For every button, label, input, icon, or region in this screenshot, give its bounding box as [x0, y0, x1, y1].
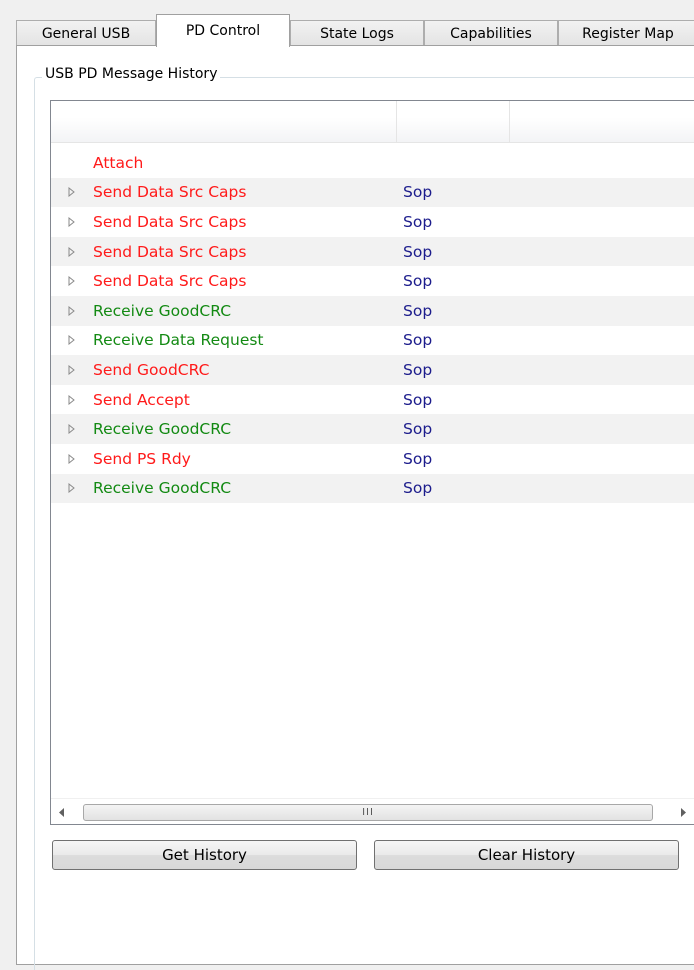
table-row[interactable]: Receive GoodCRC Sop — [51, 473, 694, 504]
tab-label: Capabilities — [450, 25, 532, 42]
tab-label: Register Map — [582, 25, 674, 42]
sop-type: Sop — [403, 242, 433, 261]
sop-type: Sop — [403, 272, 433, 291]
message-text: Receive GoodCRC — [93, 301, 232, 320]
tab-label: PD Control — [185, 23, 261, 39]
expand-arrow-icon[interactable] — [65, 275, 77, 287]
expand-arrow-icon[interactable] — [65, 216, 77, 228]
tab-state-logs[interactable]: State Logs — [290, 20, 424, 46]
table-row[interactable]: Send Data Src Caps Sop — [51, 236, 694, 267]
table-row[interactable]: Send Data Src Caps Sop — [51, 266, 694, 296]
message-text: Send Data Src Caps — [93, 272, 247, 291]
message-text: Send Data Src Caps — [93, 183, 247, 202]
table-row[interactable]: Send PS Rdy Sop — [51, 444, 694, 474]
table-row[interactable]: Receive GoodCRC Sop — [51, 414, 694, 444]
clear-history-button[interactable]: Clear History — [374, 840, 679, 870]
message-text: Receive GoodCRC — [93, 479, 232, 498]
expand-arrow-icon[interactable] — [65, 246, 77, 258]
message-text: Receive GoodCRC — [93, 420, 232, 439]
tab-label: State Logs — [320, 25, 394, 42]
expand-arrow-icon[interactable] — [65, 364, 77, 376]
horizontal-scrollbar[interactable]: III — [51, 798, 694, 824]
tab-pd-control[interactable]: PD Control — [156, 14, 290, 47]
message-history-list[interactable]: Attach Send Data Src Caps Sop Send Data Src… — [50, 100, 694, 825]
expand-arrow-icon[interactable] — [65, 423, 77, 435]
message-text: Send Data Src Caps — [93, 212, 247, 231]
expand-arrow-icon[interactable] — [65, 453, 77, 465]
tab-register-map[interactable]: Register Map — [558, 20, 694, 46]
sop-type: Sop — [403, 420, 433, 439]
scroll-grip: III — [362, 807, 374, 818]
scroll-thumb[interactable]: III — [83, 804, 653, 821]
list-header — [51, 101, 694, 143]
sop-type: Sop — [403, 449, 433, 468]
table-row[interactable]: Receive Data Request Sop — [51, 326, 694, 356]
get-history-label: Get History — [162, 846, 247, 864]
clear-history-label: Clear History — [477, 846, 576, 864]
expand-arrow-icon[interactable] — [65, 305, 77, 317]
sop-type: Sop — [403, 183, 433, 202]
tab-label: General USB — [41, 25, 131, 42]
sop-type: Sop — [403, 390, 433, 409]
message-text: Send Data Src Caps — [93, 242, 247, 261]
message-text: Send PS Rdy — [93, 449, 191, 468]
get-history-button[interactable]: Get History — [52, 840, 357, 870]
expand-arrow-icon[interactable] — [65, 482, 77, 494]
tab-capabilities[interactable]: Capabilities — [424, 20, 558, 46]
group-title: USB PD Message History — [42, 66, 221, 82]
table-row[interactable]: Send Accept Sop — [51, 385, 694, 415]
tab-general-usb[interactable]: General USB — [16, 20, 156, 46]
scroll-right-arrow-icon[interactable] — [672, 799, 694, 824]
tab-strip: General USB PD Control State Logs Capabi… — [16, 14, 694, 47]
sop-type: Sop — [403, 212, 433, 231]
column-separator[interactable] — [396, 101, 397, 143]
table-row[interactable]: Send Data Src Caps Sop — [51, 207, 694, 237]
table-row[interactable]: Send Data Src Caps Sop — [51, 177, 694, 208]
expand-arrow-icon[interactable] — [65, 394, 77, 406]
sop-type: Sop — [403, 479, 433, 498]
scroll-left-arrow-icon[interactable] — [51, 799, 73, 824]
table-row[interactable]: Receive GoodCRC Sop — [51, 295, 694, 326]
table-row[interactable]: Attach — [51, 148, 694, 178]
message-text: Receive Data Request — [93, 331, 264, 350]
sop-type: Sop — [403, 301, 433, 320]
message-text: Attach — [93, 153, 144, 172]
expand-arrow-icon[interactable] — [65, 334, 77, 346]
list-body: Attach Send Data Src Caps Sop Send Data Src… — [51, 148, 694, 504]
column-separator[interactable] — [509, 101, 510, 143]
message-text: Send Accept — [93, 390, 190, 409]
table-row[interactable]: Send GoodCRC Sop — [51, 355, 694, 385]
sop-type: Sop — [403, 360, 433, 379]
message-text: Send GoodCRC — [93, 360, 210, 379]
sop-type: Sop — [403, 331, 433, 350]
expand-arrow-icon[interactable] — [65, 186, 77, 198]
